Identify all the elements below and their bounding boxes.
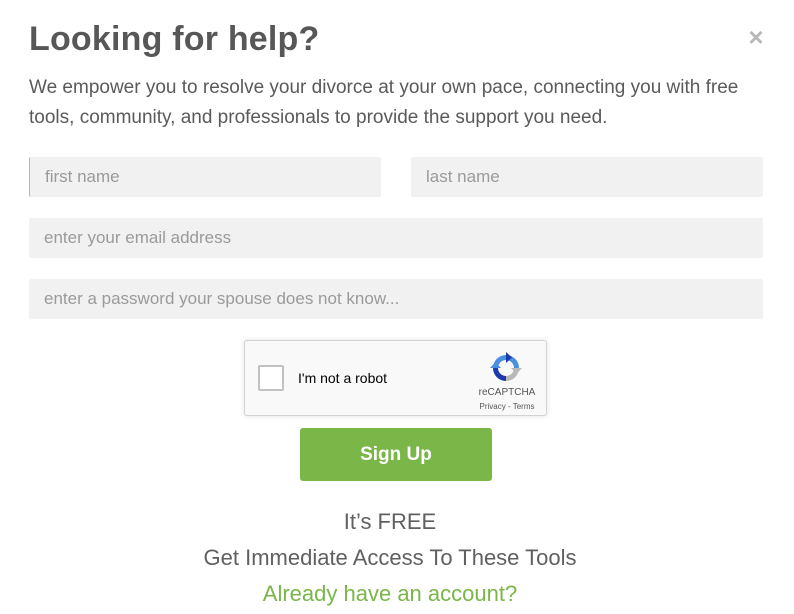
recaptcha-terms-link[interactable]: Terms <box>513 402 535 411</box>
recaptcha-widget: I'm not a robot reCAPTCHA Privacy - Term… <box>244 340 547 416</box>
first-name-field[interactable] <box>29 157 381 197</box>
recaptcha-privacy-link[interactable]: Privacy <box>480 402 506 411</box>
login-link[interactable]: Already have an account? <box>0 581 780 607</box>
email-field[interactable] <box>29 218 763 258</box>
recaptcha-checkbox[interactable] <box>258 365 284 391</box>
recaptcha-label: I'm not a robot <box>298 370 388 386</box>
signup-modal: × Looking for help? We empower you to re… <box>0 0 794 614</box>
recaptcha-brand: reCAPTCHA <box>478 387 536 398</box>
recaptcha-link-separator: - <box>505 402 513 411</box>
tools-text: Get Immediate Access To These Tools <box>203 545 577 570</box>
recaptcha-logo-icon <box>490 352 522 381</box>
modal-title: Looking for help? <box>29 20 320 58</box>
last-name-field[interactable] <box>411 157 763 197</box>
sign-up-button[interactable]: Sign Up <box>300 428 492 481</box>
close-icon[interactable]: × <box>745 24 767 50</box>
recaptcha-links: Privacy - Terms <box>467 402 547 411</box>
free-text: It’s FREE <box>343 509 437 534</box>
intro-text: We empower you to resolve your divorce a… <box>29 77 739 128</box>
password-field[interactable] <box>29 279 763 319</box>
